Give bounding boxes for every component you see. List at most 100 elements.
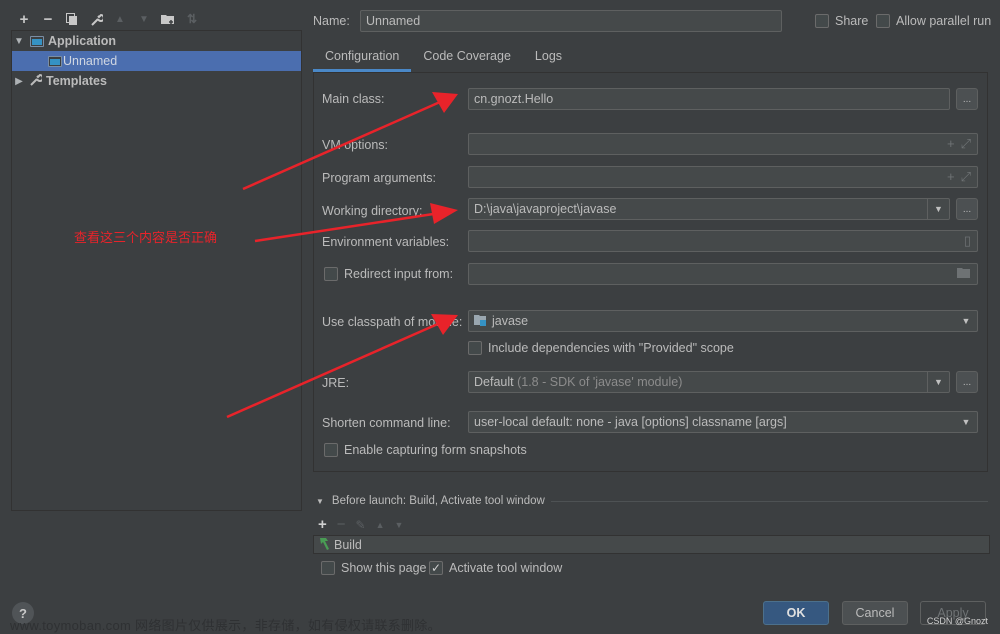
show-page-label: Show this page <box>341 561 427 575</box>
capture-snapshots-checkbox[interactable] <box>324 443 338 457</box>
main-class-value: cn.gnozt.Hello <box>474 92 554 106</box>
collapse-arrow-icon[interactable]: ▶ <box>12 76 26 87</box>
tree-label: Application <box>48 34 117 48</box>
classpath-module-select[interactable]: javase ▼ <box>468 310 978 332</box>
sort-icon[interactable]: ⇅ <box>180 10 204 28</box>
capture-snapshots-row[interactable]: Enable capturing form snapshots <box>324 443 527 457</box>
folder-icon[interactable] <box>957 266 971 281</box>
main-class-input[interactable]: cn.gnozt.Hello <box>468 88 950 110</box>
expand-icon[interactable]: ⤢ <box>961 136 971 152</box>
expand-arrow-icon[interactable]: ▼ <box>12 36 26 47</box>
expand-icon[interactable]: ⤢ <box>961 169 971 185</box>
tree-item-templates[interactable]: ▶ Templates <box>12 71 301 91</box>
add-icon[interactable]: + <box>12 10 36 28</box>
tab-logs[interactable]: Logs <box>523 44 574 72</box>
new-folder-icon[interactable] <box>156 10 180 28</box>
list-item[interactable]: Build <box>317 537 362 553</box>
plus-icon[interactable]: + <box>947 136 955 152</box>
program-arguments-label: Program arguments: <box>322 171 436 185</box>
dropdown-arrow-icon[interactable]: ▼ <box>927 372 949 392</box>
module-icon <box>474 314 487 329</box>
classpath-module-value: javase <box>492 314 529 328</box>
vm-options-label: VM options: <box>322 138 389 152</box>
redirect-input-label: Redirect input from: <box>344 267 454 281</box>
dropdown-arrow-icon[interactable]: ▼ <box>955 412 977 432</box>
jre-select[interactable]: Default (1.8 - SDK of 'javase' module) ▼ <box>468 371 950 393</box>
redirect-input-checkbox[interactable] <box>324 267 338 281</box>
dropdown-arrow-icon[interactable]: ▼ <box>955 311 977 331</box>
wrench-icon <box>30 73 44 89</box>
tree-label: Templates <box>46 74 107 88</box>
working-directory-label: Working directory: <box>322 204 423 218</box>
allow-parallel-checkbox[interactable] <box>876 14 890 28</box>
working-directory-value: D:\java\javaproject\javase <box>474 202 617 216</box>
tab-bar: Configuration Code Coverage Logs <box>313 44 574 72</box>
jre-label: JRE: <box>322 376 350 390</box>
activate-tool-window-label: Activate tool window <box>449 561 563 575</box>
jre-browse-button[interactable]: ... <box>956 371 978 393</box>
allow-parallel-label: Allow parallel run <box>896 14 992 28</box>
credit-text: CSDN @Gnozt <box>926 616 988 626</box>
before-launch-title: Before launch: Build, Activate tool wind… <box>331 495 545 507</box>
dropdown-arrow-icon[interactable]: ▼ <box>927 199 949 219</box>
share-checkbox-row[interactable]: Share <box>815 14 868 28</box>
jre-value: Default <box>474 375 514 389</box>
name-input[interactable]: Unnamed <box>360 10 782 32</box>
edit-icon[interactable]: ✎ <box>356 518 366 532</box>
move-down-icon[interactable]: ▼ <box>395 520 404 530</box>
before-launch-toolbar: + − ✎ ▲ ▼ <box>318 516 403 533</box>
tree-label: Unnamed <box>63 54 118 68</box>
configuration-tree: ▼ Application Unnamed ▶ Templates <box>11 30 302 511</box>
include-provided-checkbox[interactable] <box>468 341 482 355</box>
program-arguments-input[interactable]: + ⤢ <box>468 166 978 188</box>
working-directory-browse-button[interactable]: ... <box>956 198 978 220</box>
environment-variables-label: Environment variables: <box>322 235 450 249</box>
classpath-module-label: Use classpath of module: <box>322 315 463 329</box>
ok-button[interactable]: OK <box>763 601 829 625</box>
remove-icon[interactable]: − <box>337 516 346 533</box>
plus-icon[interactable]: + <box>947 169 955 185</box>
divider <box>550 500 988 502</box>
document-icon[interactable]: ▯ <box>964 233 971 249</box>
move-down-icon[interactable]: ▼ <box>132 10 156 28</box>
cancel-button[interactable]: Cancel <box>842 601 908 625</box>
share-label: Share <box>835 14 869 28</box>
wrench-icon[interactable] <box>84 10 108 28</box>
working-directory-input[interactable]: D:\java\javaproject\javase ▼ <box>468 198 950 220</box>
annotation-text: 查看这三个内容是否正确 <box>74 230 218 245</box>
watermark-text: www.toymoban.com 网络图片仅供展示，非存储，如有侵权请联系删除。 <box>10 618 441 633</box>
redirect-input-row[interactable]: Redirect input from: <box>324 267 453 281</box>
show-page-checkbox[interactable] <box>321 561 335 575</box>
collapse-arrow-icon[interactable]: ▼ <box>316 497 324 506</box>
hammer-icon <box>317 537 330 553</box>
activate-tool-window-row[interactable]: Activate tool window <box>429 561 562 575</box>
tab-configuration[interactable]: Configuration <box>313 44 412 72</box>
include-provided-label: Include dependencies with "Provided" sco… <box>488 341 734 355</box>
before-launch-header[interactable]: ▼ Before launch: Build, Activate tool wi… <box>316 495 988 507</box>
move-up-icon[interactable]: ▲ <box>376 520 385 530</box>
shorten-command-line-select[interactable]: user-local default: none - java [options… <box>468 411 978 433</box>
tab-code-coverage[interactable]: Code Coverage <box>411 44 523 72</box>
tree-item-application[interactable]: ▼ Application <box>12 31 301 51</box>
main-class-browse-button[interactable]: ... <box>956 88 978 110</box>
environment-variables-input[interactable]: ▯ <box>468 230 978 252</box>
vm-options-input[interactable]: + ⤢ <box>468 133 978 155</box>
include-provided-row[interactable]: Include dependencies with "Provided" sco… <box>468 341 734 355</box>
move-up-icon[interactable]: ▲ <box>108 10 132 28</box>
name-label: Name: <box>313 14 350 28</box>
application-config-icon <box>30 35 44 47</box>
show-page-row[interactable]: Show this page <box>321 561 426 575</box>
share-checkbox[interactable] <box>815 14 829 28</box>
activate-tool-window-checkbox[interactable] <box>429 561 443 575</box>
remove-icon[interactable]: − <box>36 10 60 28</box>
allow-parallel-checkbox-row[interactable]: Allow parallel run <box>876 14 991 28</box>
copy-icon[interactable] <box>60 10 84 28</box>
application-config-icon <box>48 55 62 67</box>
redirect-input-field[interactable] <box>468 263 978 285</box>
add-icon[interactable]: + <box>318 516 327 533</box>
jre-value-detail: (1.8 - SDK of 'javase' module) <box>517 375 683 389</box>
shorten-command-line-value: user-local default: none - java [options… <box>474 415 787 429</box>
shorten-command-line-label: Shorten command line: <box>322 416 451 430</box>
capture-snapshots-label: Enable capturing form snapshots <box>344 443 527 457</box>
tree-item-unnamed[interactable]: Unnamed <box>12 51 301 71</box>
